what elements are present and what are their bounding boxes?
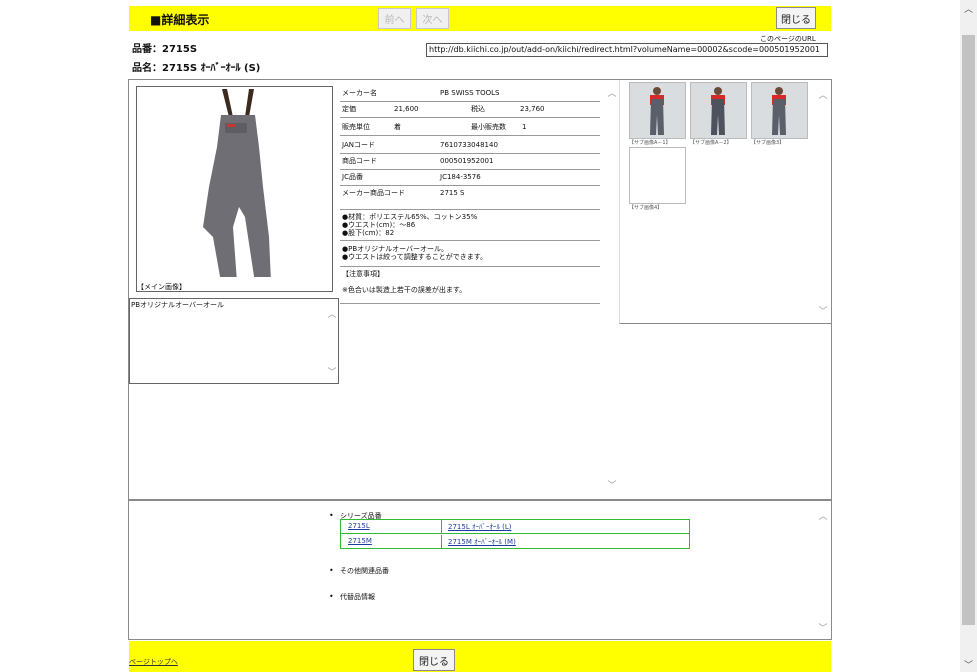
overalls-image — [203, 89, 271, 277]
series-row: 2715M 2715M ｵｰﾊﾞｰｵｰﾙ (M) — [341, 535, 689, 549]
product-code-value: 000501952001 — [440, 157, 494, 165]
tax-in-label: 税込 — [471, 105, 485, 113]
sub-image-4[interactable] — [629, 147, 686, 204]
series-table: 2715L 2715L ｵｰﾊﾞｰｵｰﾙ (L) 2715M 2715M ｵｰﾊ… — [340, 519, 690, 549]
scroll-up-icon[interactable]: ︿ — [326, 307, 338, 320]
substitute-bullet: • — [329, 592, 334, 601]
sub-image-2[interactable] — [690, 82, 747, 139]
features-block: ●材質：ポリエステル65%、コットン35% ●ウエスト(cm)：～86 ●股下(… — [340, 211, 600, 241]
page-title: ■詳細表示 — [150, 13, 210, 27]
related-scrollbar[interactable]: ︿ ﹀ — [817, 509, 829, 634]
scroll-down-icon[interactable]: ﹀ — [606, 478, 618, 491]
product-name: 品名：2715S ｵｰﾊﾞｰｵｰﾙ (S) — [132, 63, 261, 74]
maker-code-label: メーカー商品コード — [342, 189, 405, 197]
spec-row-maker: メーカー名 PB SWISS TOOLS — [340, 86, 600, 102]
scroll-down-icon[interactable]: ﹀ — [960, 656, 977, 672]
maker-value: PB SWISS TOOLS — [440, 89, 500, 97]
list-price-label: 定価 — [342, 105, 356, 113]
notes-block: ●PBオリジナルオーバーオール。 ●ウエストは絞って調整することができます。 — [340, 243, 600, 267]
related-panel: • シリーズ品番 2715L 2715L ｵｰﾊﾞｰｵｰﾙ (L) 2715M … — [128, 500, 832, 640]
sub-images-area: 【サブ画像A－1】 【サブ画像A－2】 【サブ画像3】 【サブ画像4】 ︿ ﹀ — [619, 80, 831, 324]
scroll-up-icon[interactable]: ︿ — [817, 509, 829, 522]
main-image-caption: 【メイン画像】 — [137, 283, 186, 291]
scroll-up-icon[interactable]: ︿ — [960, 0, 977, 16]
sub-image-2-caption: 【サブ画像A－2】 — [690, 140, 732, 146]
caution-block: 【注意事項】 ※色合いは製造上若干の誤差が出ます。 — [340, 268, 600, 304]
spec-row-price: 定価 21,600 税込 23,760 — [340, 102, 600, 118]
maker-label: メーカー名 — [342, 89, 377, 97]
spec-row-jan: JANコード 7610733048140 — [340, 138, 600, 154]
scroll-thumb[interactable] — [962, 35, 975, 625]
other-related-title: その他関連品番 — [340, 567, 389, 575]
footer-close-button[interactable]: 閉じる — [413, 649, 455, 671]
sub-image-3-caption: 【サブ画像3】 — [751, 140, 785, 146]
tax-in-value: 23,760 — [520, 105, 545, 113]
spec-row-maker-code: メーカー商品コード 2715 S — [340, 186, 600, 210]
window-scrollbar[interactable]: ︿ ﹀ — [960, 0, 977, 672]
spec-row-unit: 販売単位 着 最小販売数 1 — [340, 120, 600, 136]
main-image-frame: 【メイン画像】 — [136, 86, 333, 292]
maker-code-value: 2715 S — [440, 189, 465, 197]
jan-value: 7610733048140 — [440, 141, 498, 149]
model-photo-2 — [691, 83, 746, 138]
scroll-down-icon[interactable]: ﹀ — [326, 365, 338, 378]
product-number: 品番：2715S — [132, 44, 198, 55]
scroll-up-icon[interactable]: ︿ — [606, 86, 618, 99]
prev-button[interactable]: 前へ — [378, 8, 411, 29]
description-scrollbar[interactable]: ︿ ﹀ — [326, 307, 338, 379]
series-name-link[interactable]: 2715L ｵｰﾊﾞｰｵｰﾙ (L) — [448, 522, 512, 532]
sales-unit-value: 着 — [394, 123, 401, 131]
series-name-link[interactable]: 2715M ｵｰﾊﾞｰｵｰﾙ (M) — [448, 537, 516, 547]
series-bullet: • — [329, 511, 334, 520]
model-photo-3 — [752, 83, 807, 138]
note-waist-adjust: ●ウエストは絞って調整することができます。 — [342, 253, 488, 261]
product-code-label: 商品コード — [342, 157, 377, 165]
sub-image-1-caption: 【サブ画像A－1】 — [629, 140, 671, 146]
model-photo-1 — [630, 83, 685, 138]
feature-waist: ●ウエスト(cm)：～86 — [342, 221, 416, 229]
header-bar: ■詳細表示 前へ 次へ 閉じる — [129, 6, 831, 31]
series-row: 2715L 2715L ｵｰﾊﾞｰｵｰﾙ (L) — [341, 520, 689, 534]
sub-images-scrollbar[interactable]: ︿ ﹀ — [817, 88, 829, 318]
list-price-value: 21,600 — [394, 105, 419, 113]
feature-inseam: ●股下(cm)：82 — [342, 229, 395, 237]
sub-image-3[interactable] — [751, 82, 808, 139]
other-bullet: • — [329, 566, 334, 575]
series-code-link[interactable]: 2715L — [348, 522, 370, 530]
description-text: PBオリジナルオーバーオール — [131, 301, 224, 309]
series-code-link[interactable]: 2715M — [348, 537, 372, 545]
series-divider — [441, 520, 442, 534]
min-qty-label: 最小販売数 — [471, 123, 506, 131]
description-box: PBオリジナルオーバーオール ︿ ﹀ — [129, 298, 339, 384]
jan-label: JANコード — [342, 141, 375, 149]
sales-unit-label: 販売単位 — [342, 123, 370, 131]
substitute-title: 代替品情報 — [340, 593, 375, 601]
spec-scrollbar[interactable]: ︿ ﹀ — [606, 86, 618, 492]
note-original: ●PBオリジナルオーバーオール。 — [342, 245, 449, 253]
jc-value: JC184-3576 — [440, 173, 481, 181]
scroll-up-icon[interactable]: ︿ — [817, 88, 829, 101]
caution-text: ※色合いは製造上若干の誤差が出ます。 — [342, 286, 467, 294]
scroll-down-icon[interactable]: ﹀ — [817, 304, 829, 317]
next-button[interactable]: 次へ — [416, 8, 449, 29]
url-field[interactable]: http://db.kiichi.co.jp/out/add-on/kiichi… — [426, 43, 828, 57]
spec-table: メーカー名 PB SWISS TOOLS 定価 21,600 税込 23,760… — [340, 86, 600, 306]
close-button[interactable]: 閉じる — [776, 7, 816, 29]
spec-row-product-code: 商品コード 000501952001 — [340, 154, 600, 170]
sub-image-1[interactable] — [629, 82, 686, 139]
jc-label: JC品番 — [342, 173, 363, 181]
caution-title: 【注意事項】 — [342, 270, 384, 278]
feature-material: ●材質：ポリエステル65%、コットン35% — [342, 213, 478, 221]
scroll-down-icon[interactable]: ﹀ — [817, 621, 829, 634]
series-divider — [441, 535, 442, 549]
spec-row-jc: JC品番 JC184-3576 — [340, 170, 600, 186]
min-qty-value: 1 — [522, 123, 527, 131]
footer-bar: ページトップへ 閉じる — [129, 641, 831, 672]
page-top-link[interactable]: ページトップへ — [129, 657, 178, 667]
sub-image-4-caption: 【サブ画像4】 — [629, 205, 663, 211]
